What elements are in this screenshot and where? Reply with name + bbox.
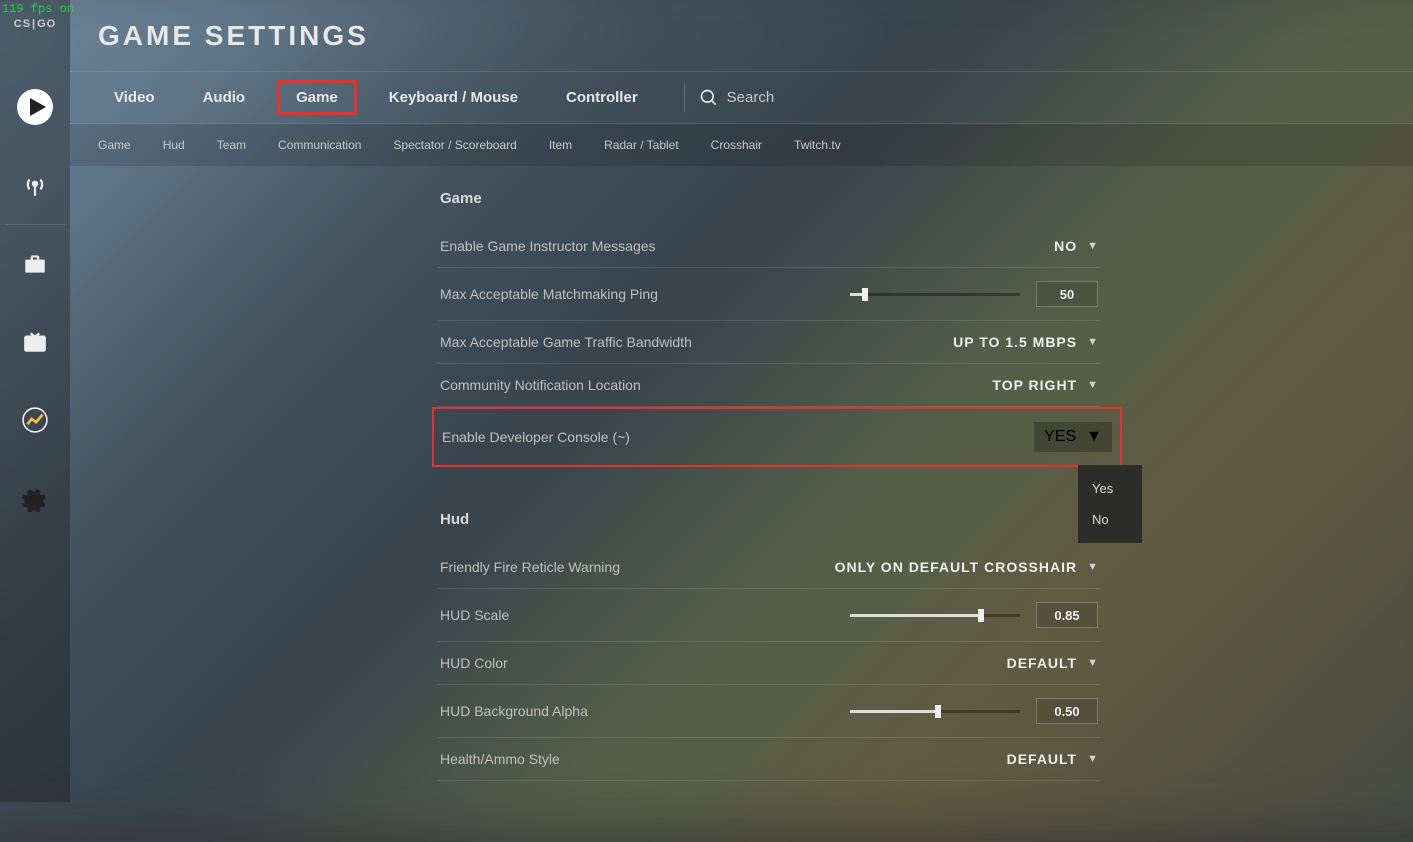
label-ping: Max Acceptable Matchmaking Ping bbox=[440, 286, 658, 302]
subtab-spectator[interactable]: Spectator / Scoreboard bbox=[393, 134, 516, 156]
label-alpha: HUD Background Alpha bbox=[440, 703, 588, 719]
watch-icon[interactable] bbox=[0, 303, 70, 381]
settings-icon[interactable] bbox=[0, 459, 70, 537]
chevron-down-icon: ▼ bbox=[1086, 428, 1102, 446]
slider-scale[interactable] bbox=[850, 614, 1020, 617]
slider-ping[interactable] bbox=[850, 293, 1020, 296]
value-scale[interactable]: 0.85 bbox=[1036, 602, 1098, 628]
csgo-logo: CS|GO bbox=[14, 18, 56, 30]
row-matchmaking-ping: Max Acceptable Matchmaking Ping 50 bbox=[438, 268, 1100, 321]
value-console: YES bbox=[1044, 428, 1076, 446]
chevron-down-icon: ▼ bbox=[1087, 240, 1098, 252]
section-header-hud: Hud bbox=[440, 511, 1413, 528]
tab-audio[interactable]: Audio bbox=[187, 83, 262, 112]
slider-fill bbox=[850, 710, 935, 713]
row-health-style: Health/Ammo Style DEFAULT ▼ bbox=[438, 738, 1100, 781]
label-health: Health/Ammo Style bbox=[440, 751, 560, 767]
search-icon bbox=[699, 88, 719, 108]
tab-keyboard-mouse[interactable]: Keyboard / Mouse bbox=[373, 83, 534, 112]
label-ffire: Friendly Fire Reticle Warning bbox=[440, 559, 620, 575]
slider-fill bbox=[850, 614, 978, 617]
dropdown-health[interactable]: DEFAULT ▼ bbox=[1007, 751, 1098, 767]
tab-controller[interactable]: Controller bbox=[550, 83, 654, 112]
chevron-down-icon: ▼ bbox=[1087, 753, 1098, 765]
chevron-down-icon: ▼ bbox=[1087, 657, 1098, 669]
value-color: DEFAULT bbox=[1007, 655, 1078, 671]
tab-game[interactable]: Game bbox=[277, 80, 357, 115]
search-input[interactable]: Search bbox=[699, 88, 775, 108]
value-alpha[interactable]: 0.50 bbox=[1036, 698, 1098, 724]
tab-video[interactable]: Video bbox=[98, 83, 171, 112]
option-yes[interactable]: Yes bbox=[1078, 473, 1142, 504]
subtab-game[interactable]: Game bbox=[98, 134, 131, 156]
inventory-icon[interactable] bbox=[0, 225, 70, 303]
subtab-team[interactable]: Team bbox=[217, 134, 246, 156]
dropdown-console[interactable]: YES ▼ bbox=[1034, 422, 1112, 452]
page-title: GAME SETTINGS bbox=[98, 20, 369, 52]
row-developer-console: Enable Developer Console (~) YES ▼ Yes N… bbox=[432, 407, 1122, 467]
label-scale: HUD Scale bbox=[440, 607, 509, 623]
row-hud-scale: HUD Scale 0.85 bbox=[438, 589, 1100, 642]
subtab-radar[interactable]: Radar / Tablet bbox=[604, 134, 679, 156]
main-panel: GAME SETTINGS Video Audio Game Keyboard … bbox=[70, 0, 1413, 802]
value-instructor: NO bbox=[1054, 238, 1077, 254]
subtab-crosshair[interactable]: Crosshair bbox=[711, 134, 762, 156]
tab-separator bbox=[684, 84, 685, 112]
chevron-down-icon: ▼ bbox=[1087, 561, 1098, 573]
dropdown-ffire[interactable]: ONLY ON DEFAULT CROSSHAIR ▼ bbox=[835, 559, 1098, 575]
slider-knob[interactable] bbox=[935, 705, 941, 718]
label-notif: Community Notification Location bbox=[440, 377, 641, 393]
chevron-down-icon: ▼ bbox=[1087, 379, 1098, 391]
slider-alpha[interactable] bbox=[850, 710, 1020, 713]
settings-content[interactable]: Game Enable Game Instructor Messages NO … bbox=[70, 166, 1413, 802]
settings-subtabs: Game Hud Team Communication Spectator / … bbox=[70, 124, 1413, 166]
row-hud-alpha: HUD Background Alpha 0.50 bbox=[438, 685, 1100, 738]
slider-fill bbox=[850, 293, 862, 296]
subtab-twitch[interactable]: Twitch.tv bbox=[794, 134, 841, 156]
value-ping[interactable]: 50 bbox=[1036, 281, 1098, 307]
dropdown-bandwidth[interactable]: UP TO 1.5 MBPS ▼ bbox=[953, 334, 1098, 350]
settings-tabs: Video Audio Game Keyboard / Mouse Contro… bbox=[70, 72, 1413, 124]
value-notif: TOP RIGHT bbox=[992, 377, 1077, 393]
dropdown-console-menu: Yes No bbox=[1078, 465, 1142, 543]
slider-knob[interactable] bbox=[978, 609, 984, 622]
row-instructor-messages: Enable Game Instructor Messages NO ▼ bbox=[438, 225, 1100, 268]
left-sidebar: CS|GO bbox=[0, 0, 70, 802]
option-no[interactable]: No bbox=[1078, 504, 1142, 535]
row-friendly-fire: Friendly Fire Reticle Warning ONLY ON DE… bbox=[438, 546, 1100, 589]
dropdown-notif[interactable]: TOP RIGHT ▼ bbox=[992, 377, 1098, 393]
chevron-down-icon: ▼ bbox=[1087, 336, 1098, 348]
play-button[interactable] bbox=[0, 68, 70, 146]
row-hud-color: HUD Color DEFAULT ▼ bbox=[438, 642, 1100, 685]
fps-counter: 119 fps on bbox=[2, 2, 74, 16]
value-health: DEFAULT bbox=[1007, 751, 1078, 767]
row-bandwidth: Max Acceptable Game Traffic Bandwidth UP… bbox=[438, 321, 1100, 364]
value-ffire: ONLY ON DEFAULT CROSSHAIR bbox=[835, 559, 1078, 575]
title-bar: GAME SETTINGS bbox=[70, 0, 1413, 72]
row-notification-location: Community Notification Location TOP RIGH… bbox=[438, 364, 1100, 407]
label-instructor: Enable Game Instructor Messages bbox=[440, 238, 656, 254]
search-placeholder: Search bbox=[727, 89, 775, 106]
value-bandwidth: UP TO 1.5 MBPS bbox=[953, 334, 1077, 350]
label-console: Enable Developer Console (~) bbox=[442, 429, 630, 445]
broadcast-icon[interactable] bbox=[0, 146, 70, 224]
slider-knob[interactable] bbox=[862, 288, 868, 301]
subtab-hud[interactable]: Hud bbox=[163, 134, 185, 156]
label-bandwidth: Max Acceptable Game Traffic Bandwidth bbox=[440, 334, 692, 350]
section-header-game: Game bbox=[440, 190, 1413, 207]
stats-icon[interactable] bbox=[0, 381, 70, 459]
label-color: HUD Color bbox=[440, 655, 508, 671]
subtab-item[interactable]: Item bbox=[549, 134, 572, 156]
dropdown-color[interactable]: DEFAULT ▼ bbox=[1007, 655, 1098, 671]
dropdown-instructor[interactable]: NO ▼ bbox=[1054, 238, 1098, 254]
subtab-communication[interactable]: Communication bbox=[278, 134, 361, 156]
